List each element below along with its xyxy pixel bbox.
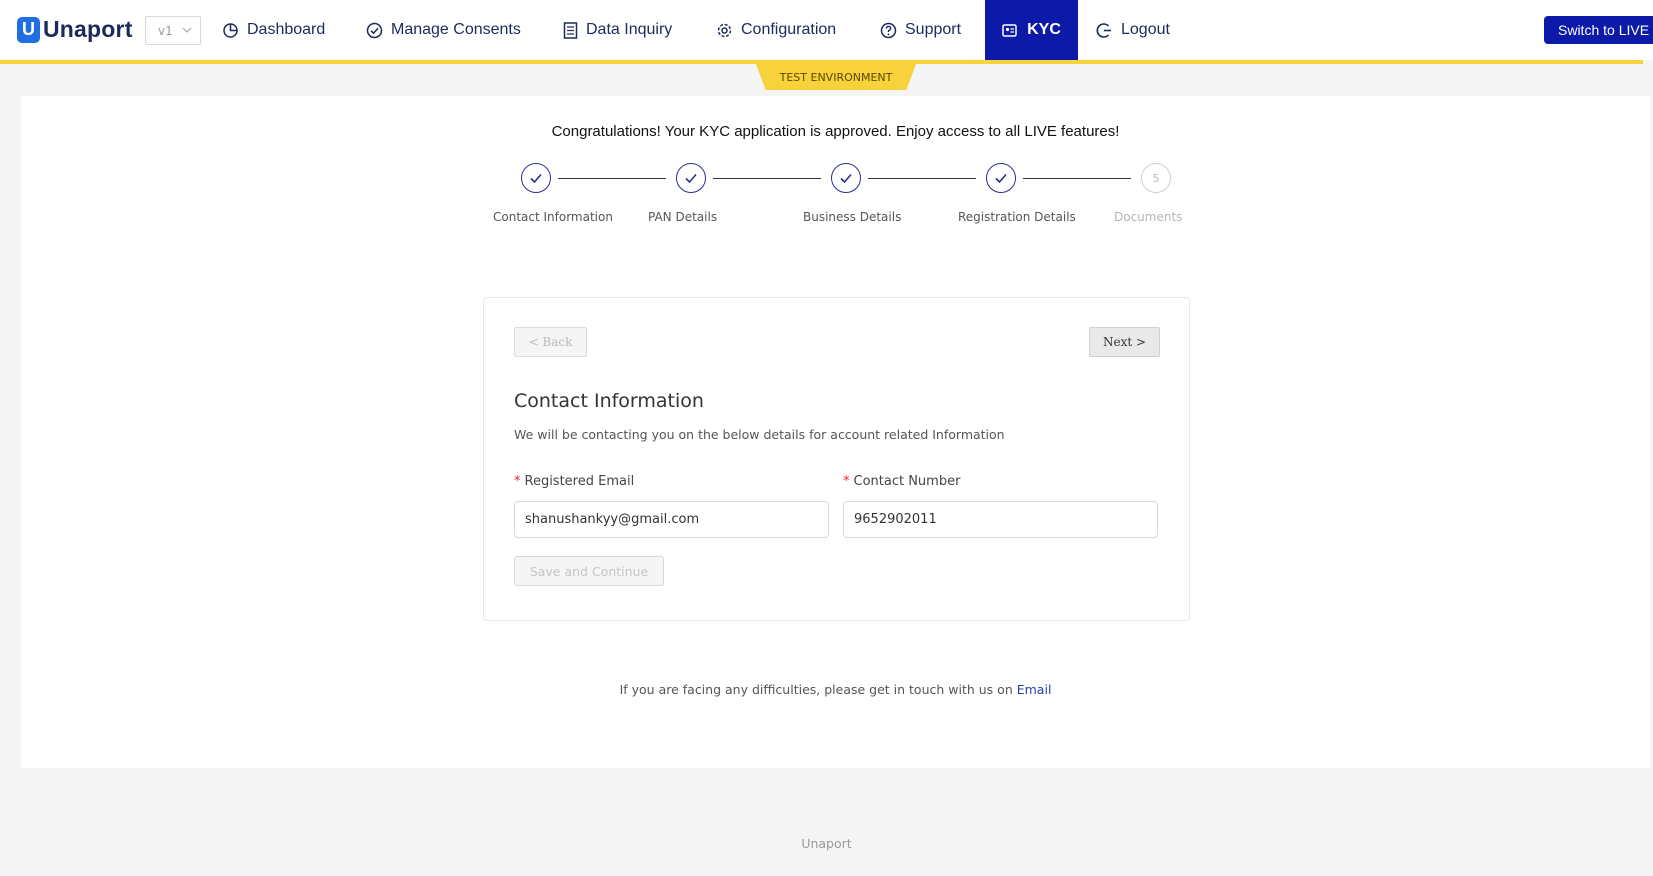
registered-email-label-text: Registered Email <box>524 474 635 489</box>
nav-configuration-label: Configuration <box>741 21 837 38</box>
step-1-circle <box>521 163 551 193</box>
section-title: Contact Information <box>514 390 704 412</box>
footer-brand: Unaport <box>801 836 852 851</box>
contact-number-label-text: Contact Number <box>853 474 961 489</box>
contact-information-card: < Back Next > Contact Information We wil… <box>483 297 1190 621</box>
brand-name: Unaport <box>43 16 133 42</box>
logo-icon: U <box>17 16 40 43</box>
nav-support[interactable]: Support <box>880 0 961 60</box>
step-4-circle <box>986 163 1016 193</box>
step-2-circle <box>676 163 706 193</box>
check-icon <box>685 173 697 184</box>
email-link[interactable]: Email <box>1017 682 1052 697</box>
question-circle-icon <box>880 22 897 38</box>
nav-logout-label: Logout <box>1121 21 1170 38</box>
step-5-circle: 5 <box>1141 163 1171 193</box>
nav-dashboard[interactable]: Dashboard <box>222 0 325 60</box>
registered-email-label: * Registered Email <box>514 474 634 489</box>
check-circle-icon <box>366 22 383 38</box>
main-content: Congratulations! Your KYC application is… <box>21 96 1650 768</box>
document-icon <box>563 21 578 39</box>
registered-email-input[interactable] <box>514 501 829 538</box>
nav-configuration[interactable]: Configuration <box>716 0 836 60</box>
step-label-documents: Documents <box>1114 210 1183 224</box>
nav-support-label: Support <box>905 21 962 38</box>
chevron-down-icon <box>182 27 192 33</box>
help-message: If you are facing any difficulties, plea… <box>619 682 1013 697</box>
check-icon <box>840 173 852 184</box>
nav-data-inquiry[interactable]: Data Inquiry <box>563 0 672 60</box>
nav-logout[interactable]: Logout <box>1096 0 1170 60</box>
step-label-pan-details: PAN Details <box>648 210 718 224</box>
nav-data-inquiry-label: Data Inquiry <box>586 21 673 38</box>
brand-logo[interactable]: U Unaport <box>17 16 133 43</box>
contact-number-label: * Contact Number <box>843 474 960 489</box>
next-button[interactable]: Next > <box>1089 327 1160 357</box>
version-value: v1 <box>158 23 173 38</box>
step-connector <box>1023 178 1131 179</box>
check-icon <box>530 173 542 184</box>
required-marker: * <box>514 474 521 489</box>
nav-kyc-label: KYC <box>1027 21 1061 38</box>
pie-chart-icon <box>223 22 238 38</box>
help-text: If you are facing any difficulties, plea… <box>21 682 1650 697</box>
top-navbar: U Unaport v1 Dashboard Manage Consents D… <box>0 0 1653 60</box>
id-card-icon <box>1002 23 1017 37</box>
gear-icon <box>717 23 732 37</box>
nav-manage-consents-label: Manage Consents <box>391 21 521 38</box>
contact-number-input[interactable] <box>843 501 1158 538</box>
section-description: We will be contacting you on the below d… <box>514 427 1005 442</box>
logout-icon <box>1096 22 1111 38</box>
nav-dashboard-label: Dashboard <box>247 21 326 38</box>
kyc-approved-banner: Congratulations! Your KYC application is… <box>551 123 1120 140</box>
step-3-circle <box>831 163 861 193</box>
switch-to-live-button[interactable]: Switch to LIVE <box>1544 16 1653 44</box>
step-label-business-details: Business Details <box>803 210 902 224</box>
version-select[interactable]: v1 <box>145 16 201 45</box>
back-button[interactable]: < Back <box>514 327 587 357</box>
environment-tag: TEST ENVIRONMENT <box>756 64 916 90</box>
step-connector <box>558 178 666 179</box>
save-and-continue-button[interactable]: Save and Continue <box>514 556 664 586</box>
step-label-registration-details: Registration Details <box>958 210 1076 224</box>
step-connector <box>713 178 821 179</box>
step-label-contact-information: Contact Information <box>493 210 613 224</box>
nav-manage-consents[interactable]: Manage Consents <box>366 0 521 60</box>
step-5-number: 5 <box>1152 171 1160 185</box>
step-connector <box>868 178 976 179</box>
required-marker: * <box>843 474 850 489</box>
nav-kyc[interactable]: KYC <box>985 0 1078 60</box>
environment-divider <box>0 60 1643 64</box>
check-icon <box>995 173 1007 184</box>
